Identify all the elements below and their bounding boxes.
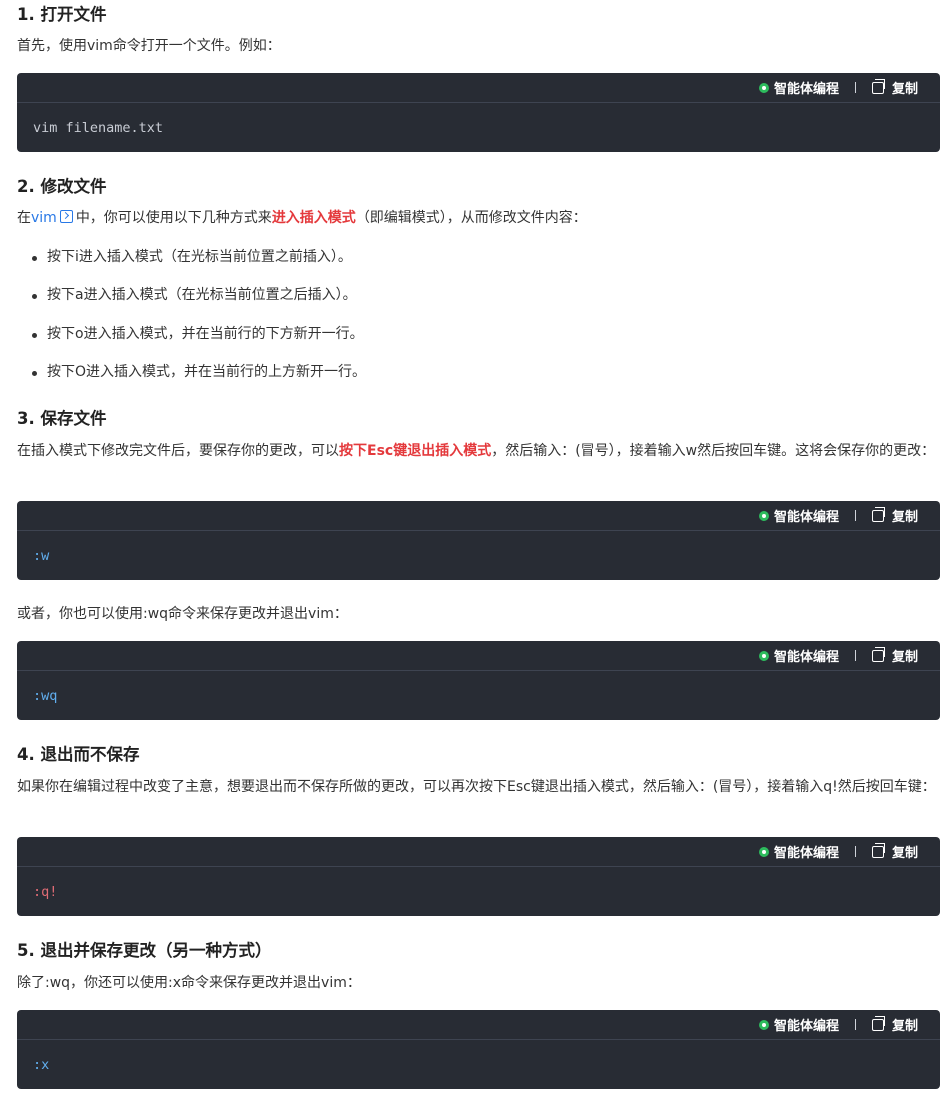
toolbar-divider — [854, 846, 856, 857]
agent-icon — [758, 846, 769, 857]
copy-icon — [871, 1015, 885, 1031]
copy-label: 复制 — [891, 82, 918, 97]
list-item: 按下O进入插入模式，并在当前行的上方新开一行。 — [47, 364, 367, 380]
code-toolbar: 智能体编程 复制 — [17, 501, 940, 531]
agent-programming-label: 智能体编程 — [773, 1019, 839, 1034]
copy-button[interactable]: 复制 — [871, 646, 918, 665]
copy-button[interactable]: 复制 — [871, 842, 918, 861]
paragraph-text: ，然后输入：(冒号），接着输入w然后按回车键。这将会保存你的更改： — [491, 443, 936, 459]
copy-label: 复制 — [891, 846, 918, 861]
code-block: 智能体编程 复制 :wq — [17, 641, 940, 720]
copy-icon — [871, 78, 885, 94]
paragraph-save-alt: 或者，你也可以使用:wq命令来保存更改并退出vim： — [17, 606, 348, 622]
agent-icon — [758, 650, 769, 661]
external-link-icon[interactable] — [59, 210, 73, 223]
code-toolbar: 智能体编程 复制 — [17, 837, 940, 867]
paragraph-modify-file: 在vim 中，你可以使用以下几种方式来进入插入模式（即编辑模式），从而修改文件内容… — [17, 207, 587, 230]
bullet-icon — [32, 256, 37, 261]
code-toolbar: 智能体编程 复制 — [17, 73, 940, 103]
copy-label: 复制 — [891, 1019, 918, 1034]
paragraph-open-file: 首先，使用vim命令打开一个文件。例如： — [17, 38, 281, 54]
paragraph-text: 在 — [17, 210, 31, 226]
copy-icon — [871, 506, 885, 522]
code-block: 智能体编程 复制 :q! — [17, 837, 940, 916]
section-heading-quit-without-saving: 4. 退出而不保存 — [17, 745, 140, 764]
agent-programming-button[interactable]: 智能体编程 — [758, 842, 839, 861]
toolbar-divider — [854, 650, 856, 661]
agent-programming-label: 智能体编程 — [773, 650, 839, 665]
list-item: 按下a进入插入模式（在光标当前位置之后插入）。 — [47, 287, 357, 303]
highlight-text: 按下Esc键退出插入模式 — [339, 443, 492, 459]
section-heading-save-file: 3. 保存文件 — [17, 409, 107, 428]
paragraph-quit-without-saving: 如果你在编辑过程中改变了主意，想要退出而不保存所做的更改，可以再次按下Esc键退… — [17, 779, 936, 795]
agent-programming-button[interactable]: 智能体编程 — [758, 78, 839, 97]
code-line: :x — [33, 1056, 50, 1073]
copy-button[interactable]: 复制 — [871, 506, 918, 525]
agent-icon — [758, 82, 769, 93]
list-item: 按下o进入插入模式，并在当前行的下方新开一行。 — [47, 326, 364, 342]
toolbar-divider — [854, 510, 856, 521]
copy-label: 复制 — [891, 650, 918, 665]
copy-label: 复制 — [891, 510, 918, 525]
section-heading-save-and-quit-alt: 5. 退出并保存更改（另一种方式） — [17, 941, 272, 960]
toolbar-divider — [854, 82, 856, 93]
agent-programming-button[interactable]: 智能体编程 — [758, 646, 839, 665]
code-block: 智能体编程 复制 :x — [17, 1010, 940, 1089]
code-toolbar: 智能体编程 复制 — [17, 641, 940, 671]
section-heading-modify-file: 2. 修改文件 — [17, 177, 107, 196]
toolbar-divider — [854, 1019, 856, 1030]
copy-icon — [871, 646, 885, 662]
paragraph-save-and-quit-alt: 除了:wq，你还可以使用:x命令来保存更改并退出vim： — [17, 975, 361, 991]
code-line: :w — [33, 547, 50, 564]
code-block: 智能体编程 复制 :w — [17, 501, 940, 580]
paragraph-text: 在插入模式下修改完文件后，要保存你的更改，可以 — [17, 443, 339, 459]
agent-icon — [758, 1019, 769, 1030]
copy-icon — [871, 842, 885, 858]
code-block: 智能体编程 复制 vim filename.txt — [17, 73, 940, 152]
highlight-text: 进入插入模式 — [271, 210, 356, 226]
code-toolbar: 智能体编程 复制 — [17, 1010, 940, 1040]
agent-programming-button[interactable]: 智能体编程 — [758, 506, 839, 525]
code-line: vim filename.txt — [33, 119, 164, 136]
copy-button[interactable]: 复制 — [871, 1015, 918, 1034]
bullet-icon — [32, 371, 37, 376]
paragraph-save-file: 在插入模式下修改完文件后，要保存你的更改，可以按下Esc键退出插入模式，然后输入… — [17, 440, 937, 463]
list-item: 按下i进入插入模式（在光标当前位置之前插入）。 — [47, 249, 352, 265]
agent-programming-label: 智能体编程 — [773, 846, 839, 861]
code-line: :q! — [33, 883, 58, 900]
agent-programming-label: 智能体编程 — [773, 82, 839, 97]
copy-button[interactable]: 复制 — [871, 78, 918, 97]
code-line: :wq — [33, 687, 58, 704]
paragraph-text: （即编辑模式），从而修改文件内容： — [355, 210, 587, 226]
agent-programming-button[interactable]: 智能体编程 — [758, 1015, 839, 1034]
paragraph-text: 中，你可以使用以下几种方式来 — [75, 210, 272, 226]
bullet-icon — [32, 333, 37, 338]
agent-icon — [758, 510, 769, 521]
vim-link[interactable]: vim — [31, 210, 57, 226]
agent-programming-label: 智能体编程 — [773, 510, 839, 525]
section-heading-open-file: 1. 打开文件 — [17, 5, 107, 24]
bullet-icon — [32, 294, 37, 299]
